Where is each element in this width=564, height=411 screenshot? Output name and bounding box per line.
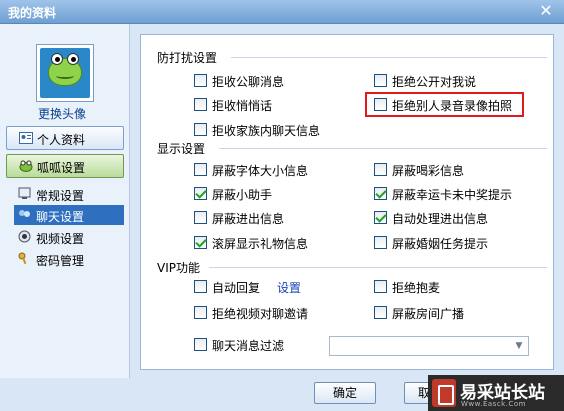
video-settings-icon	[18, 230, 31, 243]
nav-profile-label: 个人资料	[37, 133, 86, 147]
checkbox-checked[interactable]	[194, 236, 207, 249]
option-label: 自动处理进出信息	[392, 212, 489, 226]
checkbox[interactable]	[374, 74, 387, 87]
checkbox-checked[interactable]	[194, 187, 207, 200]
ok-button[interactable]: 确定	[314, 382, 376, 404]
checkbox[interactable]	[194, 306, 207, 319]
sidebar-item-video-settings[interactable]: 视频设置	[14, 227, 124, 247]
option-label: 屏蔽小助手	[212, 188, 273, 202]
checkbox[interactable]	[194, 123, 207, 136]
frog-settings-icon	[19, 160, 33, 172]
auto-reply-settings-link[interactable]: 设置	[277, 279, 301, 296]
profile-card-icon	[19, 132, 33, 144]
divider	[209, 267, 547, 268]
chat-settings-icon	[19, 210, 30, 217]
watermark: 易采站长站 Www.Easck.Com	[428, 375, 564, 411]
option-label: 拒收公聊消息	[212, 75, 285, 89]
checkbox-checked[interactable]	[374, 211, 387, 224]
sidebar-item-password[interactable]: 密码管理	[14, 249, 124, 269]
close-icon[interactable]: ✕	[536, 1, 556, 21]
avatar[interactable]	[36, 44, 94, 102]
watermark-logo-icon	[432, 379, 456, 407]
option-label: 拒收家族内聊天信息	[212, 124, 321, 138]
chat-settings-panel: 防打扰设置 拒收公聊消息 拒绝公开对我说 拒收悄悄话 拒绝别人录音录像拍照 拒收…	[140, 34, 554, 370]
nav-profile-button[interactable]: 个人资料	[6, 126, 124, 150]
option-label: 屏蔽进出信息	[212, 212, 285, 226]
change-avatar-link[interactable]: 更换头像	[38, 105, 86, 122]
section-title-vip: VIP功能	[157, 261, 200, 275]
checkbox[interactable]	[194, 338, 207, 351]
checkbox[interactable]	[374, 280, 387, 293]
checkbox[interactable]	[374, 98, 387, 111]
option-label: 拒绝视频对聊邀请	[212, 307, 309, 321]
checkbox[interactable]	[194, 74, 207, 87]
option-label: 拒绝别人录音录像拍照	[392, 99, 513, 113]
section-title-anti-disturb: 防打扰设置	[157, 51, 218, 65]
option-label: 拒收悄悄话	[212, 99, 273, 113]
checkbox-checked[interactable]	[374, 187, 387, 200]
sidebar-item-label: 密码管理	[36, 254, 85, 268]
sidebar-item-label: 视频设置	[36, 232, 85, 246]
sidebar-item-general-settings[interactable]: 常规设置	[14, 184, 124, 204]
sidebar-item-label: 聊天设置	[36, 210, 85, 224]
option-label: 拒绝公开对我说	[392, 75, 477, 89]
checkbox[interactable]	[374, 306, 387, 319]
checkbox[interactable]	[194, 211, 207, 224]
general-settings-icon	[18, 187, 31, 199]
option-label: 自动回复	[212, 281, 261, 295]
window-title: 我的资料	[8, 6, 57, 20]
option-label: 聊天消息过滤	[212, 339, 285, 353]
nav-frog-settings-button[interactable]: 呱呱设置	[6, 154, 124, 178]
section-title-display: 显示设置	[157, 142, 206, 156]
checkbox[interactable]	[194, 163, 207, 176]
sidebar-item-label: 常规设置	[36, 189, 85, 203]
checkbox[interactable]	[374, 163, 387, 176]
option-label: 屏蔽房间广播	[392, 307, 465, 321]
left-sidebar: 更换头像 个人资料 呱呱设置 常规设置 聊天设置 视频设置 密码管理	[0, 24, 130, 378]
sidebar-item-chat-settings[interactable]: 聊天设置	[14, 205, 124, 225]
filter-dropdown[interactable]: ▼	[329, 336, 529, 356]
checkbox[interactable]	[374, 236, 387, 249]
option-label: 屏蔽喝彩信息	[392, 164, 465, 178]
option-label: 屏蔽婚姻任务提示	[392, 237, 489, 251]
checkbox[interactable]	[194, 280, 207, 293]
watermark-subtext: Www.Easck.Com	[461, 400, 526, 408]
option-label: 拒绝抱麦	[392, 281, 441, 295]
chevron-down-icon: ▼	[515, 341, 523, 351]
frog-avatar-icon	[40, 48, 90, 98]
option-label: 屏蔽幸运卡未中奖提示	[392, 188, 513, 202]
option-label: 滚屏显示礼物信息	[212, 237, 309, 251]
checkbox[interactable]	[194, 98, 207, 111]
title-bar: 我的资料 ✕	[0, 0, 564, 24]
option-label: 屏蔽字体大小信息	[212, 164, 309, 178]
nav-frog-settings-label: 呱呱设置	[37, 161, 86, 175]
key-icon	[18, 252, 27, 265]
divider	[219, 148, 547, 149]
divider	[231, 57, 547, 58]
